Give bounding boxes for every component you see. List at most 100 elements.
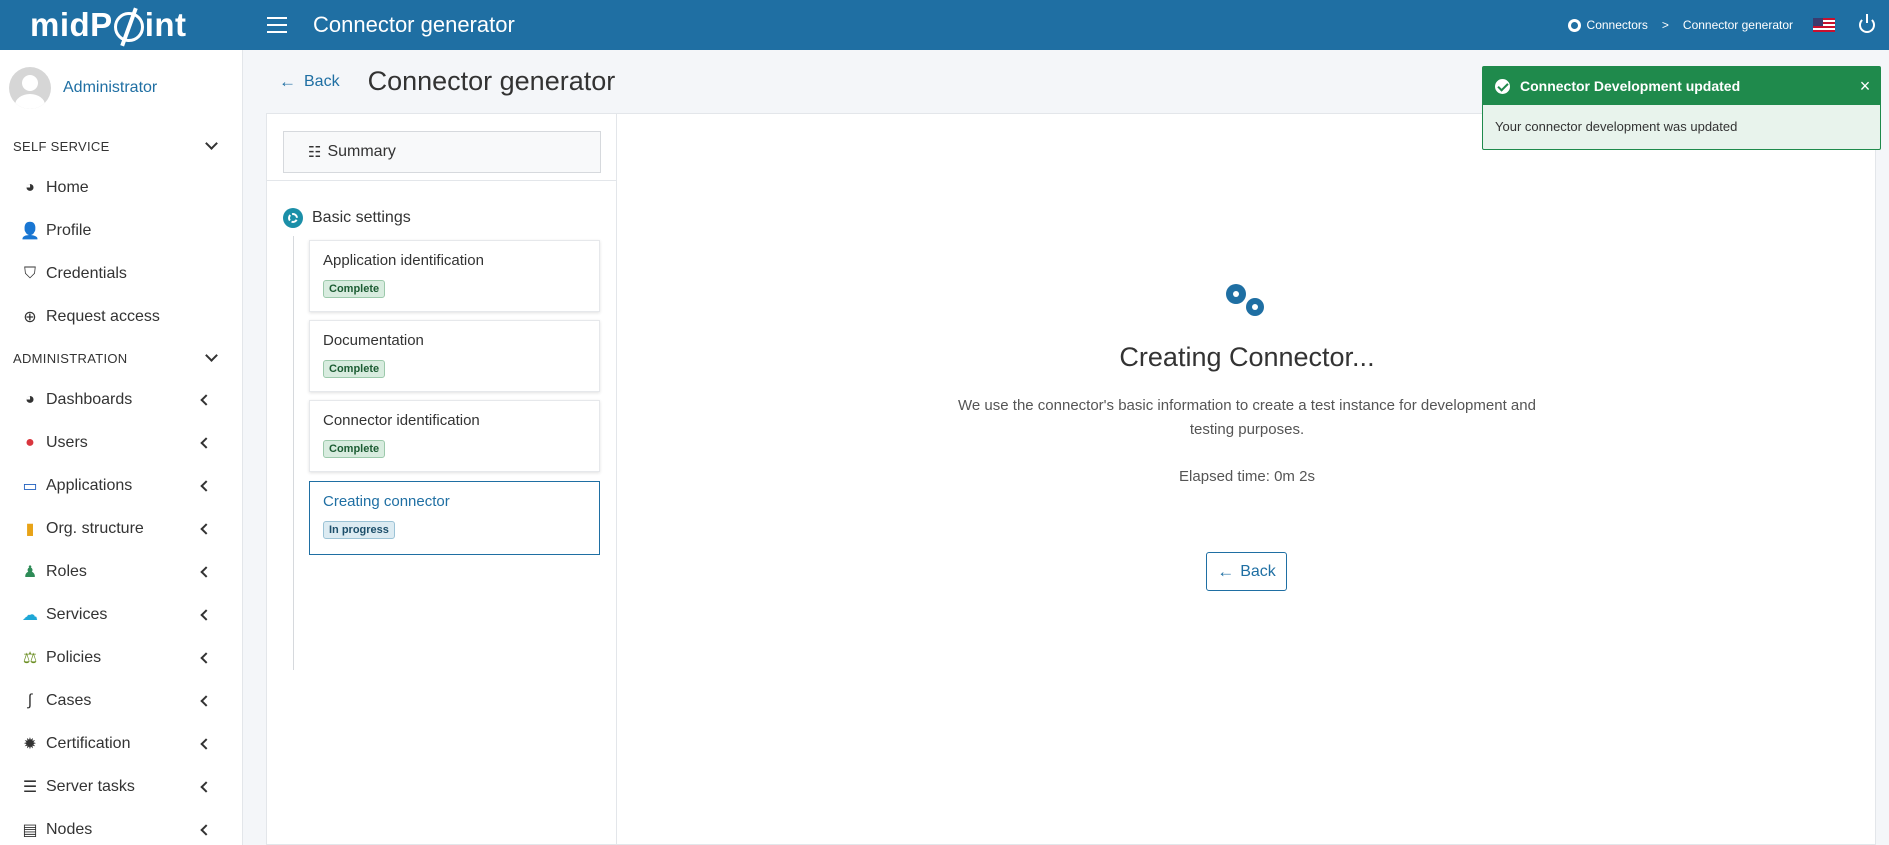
sidebar-item-org-structure[interactable]: ▮ Org. structure [0,507,242,550]
task-list-icon: ☰ [22,778,38,796]
toast-title: Connector Development updated [1520,78,1741,94]
sidebar-item-label: Roles [46,562,87,580]
sidebar-item-label: Policies [46,648,102,666]
sidebar-item-server-tasks[interactable]: ☰ Server tasks [0,765,242,808]
step-title: Creating connector [323,493,450,510]
gears-icon [1226,284,1270,320]
status-badge: Complete [323,440,386,458]
chevron-left-icon [200,393,212,406]
sidebar-item-dashboards[interactable]: ◕ Dashboards [0,378,242,421]
route-icon: ∫ [27,691,33,709]
chevron-left-icon [200,823,212,836]
hamburger-menu-icon[interactable] [267,17,287,33]
spinner-icon [283,208,303,228]
timeline-line [293,236,294,670]
step-creating-connector[interactable]: Creating connector In progress [309,481,600,555]
step-title: Documentation [323,332,424,349]
sidebar-item-label: Server tasks [46,777,135,795]
sidebar-item-users[interactable]: ● Users [0,421,242,464]
sidebar-item-label: Profile [46,221,92,239]
chevron-left-icon [200,737,212,750]
sidebar-item-applications[interactable]: ▭ Applications [0,464,242,507]
connector-gear-icon [1567,18,1581,32]
sidebar-item-label: Certification [46,734,131,752]
user-name[interactable]: Administrator [63,79,157,97]
gear-icon [1246,298,1264,316]
sidebar-item-request-access[interactable]: ⊕ Request access [0,295,242,338]
arrow-left-icon: ← [279,71,296,91]
summary-button[interactable]: ☷ Summary [283,131,601,173]
sidebar-item-label: Org. structure [46,519,144,537]
sidebar-item-roles[interactable]: ♟ Roles [0,550,242,593]
chevron-down-icon [205,137,218,150]
section-label: SELF SERVICE [13,138,110,154]
certificate-icon: ✹ [23,735,37,753]
cloud-icon: ☁ [22,606,38,624]
power-logout-icon[interactable] [1859,14,1875,33]
section-self-service[interactable]: SELF SERVICE [0,126,242,166]
sidebar-item-label: Services [46,605,108,623]
user-panel[interactable]: Administrator [0,50,242,126]
elapsed-time: Elapsed time: 0m 2s [1179,468,1315,485]
status-badge: Complete [323,360,386,378]
back-link[interactable]: ← Back [279,72,340,92]
dashboard-gauge-icon: ◕ [25,390,35,408]
page-title: Connector generator [367,66,616,96]
building-icon: ▮ [25,520,35,538]
sidebar-item-credentials[interactable]: ⛉ Credentials [0,252,242,295]
step-connector-identification[interactable]: Connector identification Complete [309,400,600,472]
role-icon: ♟ [22,563,38,581]
toast-header: Connector Development updated × [1483,67,1880,105]
sidebar-item-policies[interactable]: ⚖ Policies [0,636,242,679]
balance-scale-icon: ⚖ [22,649,38,667]
header-title: Connector generator [313,12,515,37]
top-navbar: mid Pint Connector generator Connectors >… [0,0,1889,50]
status-badge: In progress [323,521,395,539]
monitor-icon: ▭ [22,477,38,495]
back-link-label: Back [304,72,340,90]
step-documentation[interactable]: Documentation Complete [309,320,600,392]
checklist-icon: ☷ [308,144,322,161]
breadcrumb-connectors[interactable]: Connectors [1587,18,1648,32]
toast-notification: Connector Development updated × Your con… [1482,66,1881,150]
chevron-left-icon [200,522,212,535]
creating-connector-panel: Creating Connector... We use the connect… [618,114,1876,845]
toast-message: Your connector development was updated [1495,119,1738,134]
sidebar-item-profile[interactable]: 👤 Profile [0,209,242,252]
section-label: ADMINISTRATION [13,350,128,366]
breadcrumb-separator: > [1661,18,1669,32]
close-icon[interactable]: × [1850,76,1880,97]
sidebar-item-cases[interactable]: ∫ Cases [0,679,242,722]
sidebar: Administrator SELF SERVICE ◕ Home 👤 Prof… [0,50,243,845]
midpoint-logo[interactable]: mid Pint [0,0,243,50]
sidebar-item-label: Applications [46,476,133,494]
user-icon: 👤 [20,222,40,240]
back-button-label: Back [1240,562,1276,580]
step-group-basic-settings[interactable]: Basic settings [283,208,411,228]
shield-icon: ⛉ [23,264,36,282]
sidebar-item-home[interactable]: ◕ Home [0,166,242,209]
sidebar-item-label: Users [46,433,88,451]
section-administration[interactable]: ADMINISTRATION [0,338,242,378]
back-button[interactable]: ← Back [1206,552,1287,591]
compass-icon [113,12,144,42]
chevron-left-icon [200,694,212,707]
creating-description: We use the connector's basic information… [958,397,1536,438]
chevron-left-icon [200,651,212,664]
sidebar-item-label: Home [46,178,89,196]
summary-label: Summary [327,143,396,160]
sidebar-item-nodes[interactable]: ▤ Nodes [0,808,242,845]
step-title: Connector identification [323,412,480,429]
step-application-identification[interactable]: Application identification Complete [309,240,600,312]
chevron-left-icon [200,780,212,793]
sidebar-item-label: Nodes [46,820,93,838]
chevron-left-icon [200,565,212,578]
chevron-left-icon [200,436,212,449]
sidebar-item-certification[interactable]: ✹ Certification [0,722,242,765]
user-icon: ● [25,433,35,451]
us-flag-icon[interactable] [1813,18,1835,32]
steps-panel: ☷ Summary Basic settings Application ide… [267,114,617,845]
sidebar-item-label: Cases [46,691,92,709]
sidebar-item-label: Request access [46,307,160,325]
sidebar-item-services[interactable]: ☁ Services [0,593,242,636]
